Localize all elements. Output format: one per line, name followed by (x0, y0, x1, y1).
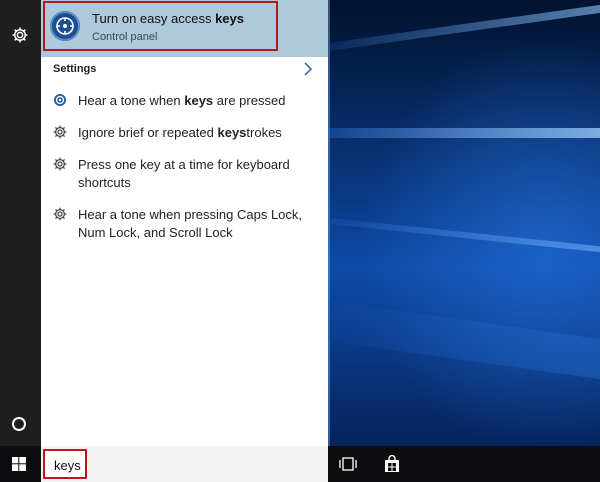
ease-of-access-small-icon (54, 94, 66, 106)
settings-result-label: Ignore brief or repeated keystrokes (78, 125, 282, 140)
search-input[interactable]: keys (54, 458, 81, 473)
start-left-rail (0, 0, 41, 446)
task-view-icon[interactable] (339, 457, 357, 471)
gear-icon (53, 157, 67, 171)
wallpaper-light-beam (328, 217, 600, 253)
gear-icon (53, 125, 67, 139)
settings-result-label: Hear a tone when pressing Caps Lock, Num… (78, 207, 303, 240)
settings-section-header[interactable]: Settings (53, 63, 96, 75)
settings-result-item[interactable]: Press one key at a time for keyboard sho… (41, 155, 328, 195)
best-match-result[interactable]: Turn on easy access keys Control panel (41, 0, 328, 57)
highlight-frame: keys (43, 449, 87, 479)
settings-result-item[interactable]: Hear a tone when keys are pressed (41, 91, 328, 113)
gear-icon (53, 207, 67, 221)
chevron-right-icon[interactable] (303, 62, 313, 76)
best-match-subtitle: Control panel (92, 31, 158, 43)
settings-result-item[interactable]: Ignore brief or repeated keystrokes (41, 123, 328, 145)
desktop-wallpaper (328, 0, 600, 446)
ease-of-access-icon (50, 11, 80, 41)
best-match-title: Turn on easy access keys (92, 11, 244, 26)
store-icon[interactable] (384, 455, 400, 473)
cortana-circle-icon[interactable] (12, 417, 26, 431)
wallpaper-light-beam (328, 300, 600, 380)
wallpaper-light-beam (328, 4, 600, 52)
settings-result-label: Hear a tone when keys are pressed (78, 93, 286, 108)
search-results-panel: Turn on easy access keys Control panel S… (41, 0, 328, 446)
gear-icon[interactable] (11, 26, 29, 44)
taskbar: keys (0, 446, 600, 482)
settings-result-label: Press one key at a time for keyboard sho… (78, 157, 290, 190)
windows-start-icon[interactable] (12, 457, 26, 471)
wallpaper-light-beam (328, 128, 600, 138)
taskbar-search-box[interactable]: keys (41, 446, 328, 482)
settings-result-item[interactable]: Hear a tone when pressing Caps Lock, Num… (41, 205, 328, 245)
